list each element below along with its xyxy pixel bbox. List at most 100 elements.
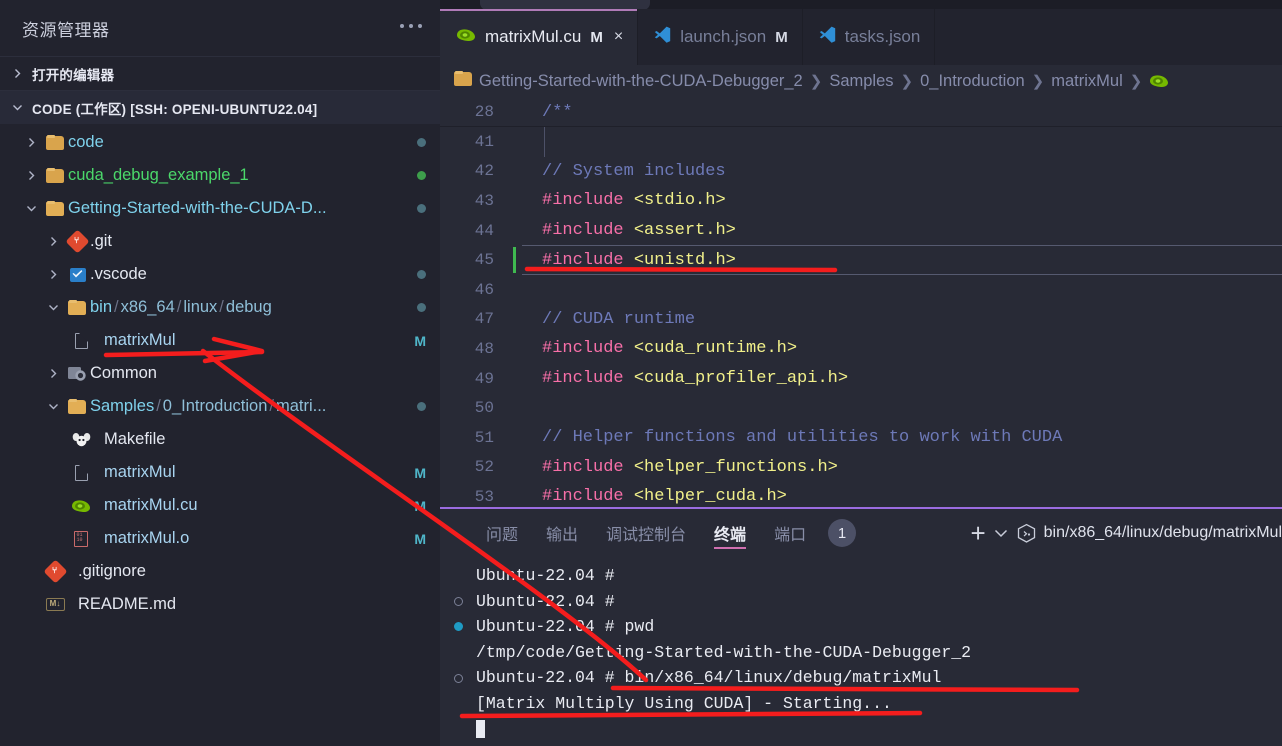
- chevron-down-icon[interactable]: [994, 526, 1008, 541]
- code-editor[interactable]: 28 /** 41 42 // System includes 43 #incl…: [440, 97, 1282, 508]
- path-seg: bin: [90, 298, 113, 316]
- explorer-title: 资源管理器: [22, 20, 110, 40]
- section-workspace[interactable]: CODE (工作区) [SSH: OPENI-UBUNTU22.04]: [0, 90, 440, 124]
- code-line-44: 44 #include <assert.h>: [440, 216, 1282, 246]
- tree-row-matrixmul-o[interactable]: 01 10 matrixMul.o M: [0, 522, 440, 555]
- tree-item-label: Getting-Started-with-the-CUDA-D...: [68, 199, 327, 217]
- breadcrumb-item[interactable]: Samples: [829, 72, 893, 91]
- chevron-right-icon: [8, 68, 26, 79]
- chevron-right-icon[interactable]: [20, 170, 42, 181]
- breadcrumb-item[interactable]: Getting-Started-with-the-CUDA-Debugger_2: [479, 72, 803, 91]
- command-decoration[interactable]: [454, 673, 476, 683]
- tab-problems[interactable]: 问题: [472, 509, 532, 557]
- explorer-sidebar: 资源管理器 打开的编辑器 CODE (工作区) [SSH: OPENI-UBUN…: [0, 0, 440, 746]
- tree-row-readme[interactable]: M↓ README.md: [0, 588, 440, 621]
- folder-open-icon: [64, 399, 90, 414]
- tree-row-cuda-debug-example-1[interactable]: cuda_debug_example_1: [0, 159, 440, 192]
- tab-modified-badge: M: [775, 28, 788, 46]
- panel-tab-label: 问题: [486, 527, 519, 544]
- tab-output[interactable]: 输出: [532, 509, 592, 557]
- chevron-right-icon[interactable]: [42, 269, 64, 280]
- tree-row-bin-path[interactable]: bin / x86_64/linux / debug: [0, 291, 440, 324]
- path-seg: linux: [183, 298, 218, 316]
- tab-launch-json[interactable]: launch.json M: [638, 9, 803, 65]
- vscode-icon: [819, 26, 836, 48]
- chevron-right-icon[interactable]: [42, 236, 64, 247]
- tab-label: matrixMul.cu: [485, 27, 582, 46]
- code-line-45-current[interactable]: 45 #include <unistd.h>: [440, 245, 1282, 275]
- chevron-right-icon: ❯: [809, 73, 823, 90]
- status-dot: [417, 402, 426, 411]
- tree-item-label: Common: [90, 364, 157, 382]
- git-folder-icon: ⑂: [64, 229, 90, 254]
- breadcrumb-item[interactable]: 0_Introduction: [920, 72, 1025, 91]
- tree-row-gitignore[interactable]: ⑂ .gitignore: [0, 555, 440, 588]
- tab-matrixmul-cu[interactable]: matrixMul.cu M ×: [440, 9, 639, 65]
- terminal-line-text: /tmp/code/Getting-Started-with-the-CUDA-…: [476, 642, 972, 662]
- preprocessor-keyword: #include: [542, 250, 624, 270]
- line-text: // Helper functions and utilities to wor…: [542, 428, 1063, 448]
- tree-row-code[interactable]: code: [0, 126, 440, 159]
- file-tree: code cuda_debug_example_1 Getting-Starte…: [0, 124, 440, 621]
- command-decoration-success[interactable]: [454, 622, 476, 632]
- ellipsis-icon[interactable]: [400, 24, 422, 32]
- chevron-right-icon[interactable]: [20, 137, 42, 148]
- code-line-42: 42 // System includes: [440, 157, 1282, 187]
- tree-row-getting-started[interactable]: Getting-Started-with-the-CUDA-D...: [0, 192, 440, 225]
- line-number: 46: [474, 280, 494, 299]
- command-decoration[interactable]: [454, 596, 476, 606]
- cuda-icon: [68, 499, 94, 513]
- chevron-right-icon: ❯: [1031, 73, 1045, 90]
- breadcrumb: Getting-Started-with-the-CUDA-Debugger_2…: [440, 65, 1282, 97]
- chevron-down-icon[interactable]: [42, 401, 64, 412]
- tab-terminal[interactable]: 终端: [700, 509, 760, 557]
- tree-row-matrixmul-bin[interactable]: matrixMul M: [0, 324, 440, 357]
- file-icon: [68, 331, 94, 349]
- terminal-output[interactable]: Ubuntu-22.04 # Ubuntu-22.04 # Ubuntu-22.…: [440, 557, 1282, 742]
- tree-row-matrixmul-cu[interactable]: matrixMul.cu M: [0, 489, 440, 522]
- git-status-badge: M: [414, 497, 426, 514]
- panel-actions: + bin/x86_64/linux/debug/matrixMul: [970, 520, 1282, 546]
- tree-row-makefile[interactable]: Makefile: [0, 423, 440, 456]
- section-label: CODE (工作区) [SSH: OPENI-UBUNTU22.04]: [32, 101, 318, 117]
- preprocessor-keyword: #include: [542, 221, 624, 241]
- tab-modified-badge: M: [590, 28, 603, 46]
- plus-icon[interactable]: +: [970, 520, 985, 546]
- terminal-line-text: Ubuntu-22.04 #: [476, 591, 625, 611]
- code-line-47: 47 // CUDA runtime: [440, 305, 1282, 335]
- path-seg: matri...: [275, 397, 327, 415]
- terminal-cube-icon: [1016, 523, 1036, 543]
- preprocessor-keyword: #include: [542, 339, 624, 359]
- git-status-badge: M: [414, 464, 426, 481]
- tree-row-vscode[interactable]: .vscode: [0, 258, 440, 291]
- tree-row-git[interactable]: ⑂ .git: [0, 225, 440, 258]
- git-added-gutter-marker: [513, 247, 516, 273]
- tab-label: tasks.json: [844, 27, 921, 46]
- line-number: 50: [474, 399, 494, 418]
- chevron-down-icon[interactable]: [42, 302, 64, 313]
- section-open-editors[interactable]: 打开的编辑器: [0, 56, 440, 90]
- tree-item-label: matrixMul: [104, 463, 176, 481]
- folder-open-icon: [64, 300, 90, 315]
- folder-open-icon: [42, 201, 68, 216]
- tree-row-common[interactable]: Common: [0, 357, 440, 390]
- code-line-51: 51 // Helper functions and utilities to …: [440, 423, 1282, 453]
- indent-guide: [544, 127, 545, 157]
- terminal-instance-name[interactable]: bin/x86_64/linux/debug/matrixMul: [1044, 524, 1282, 542]
- chevron-right-icon[interactable]: [42, 368, 64, 379]
- tree-row-samples-path[interactable]: Samples/0_Introduction / matri...: [0, 390, 440, 423]
- cuda-icon: [1149, 72, 1169, 91]
- tree-row-matrixmul[interactable]: matrixMul M: [0, 456, 440, 489]
- panel-tab-label: 调试控制台: [606, 527, 687, 544]
- chevron-down-icon[interactable]: [20, 203, 42, 214]
- close-icon[interactable]: ×: [614, 28, 623, 46]
- folder-icon: [42, 168, 68, 183]
- git-status-badge: M: [414, 530, 426, 547]
- chevron-down-icon: [8, 102, 26, 113]
- binary-icon: 01 10: [68, 530, 94, 547]
- tab-ports[interactable]: 端口: [760, 509, 820, 557]
- breadcrumb-item[interactable]: matrixMul: [1051, 72, 1123, 91]
- tab-tasks-json[interactable]: tasks.json: [803, 9, 936, 65]
- line-number: 52: [474, 458, 494, 477]
- tab-debug-console[interactable]: 调试控制台: [592, 509, 700, 557]
